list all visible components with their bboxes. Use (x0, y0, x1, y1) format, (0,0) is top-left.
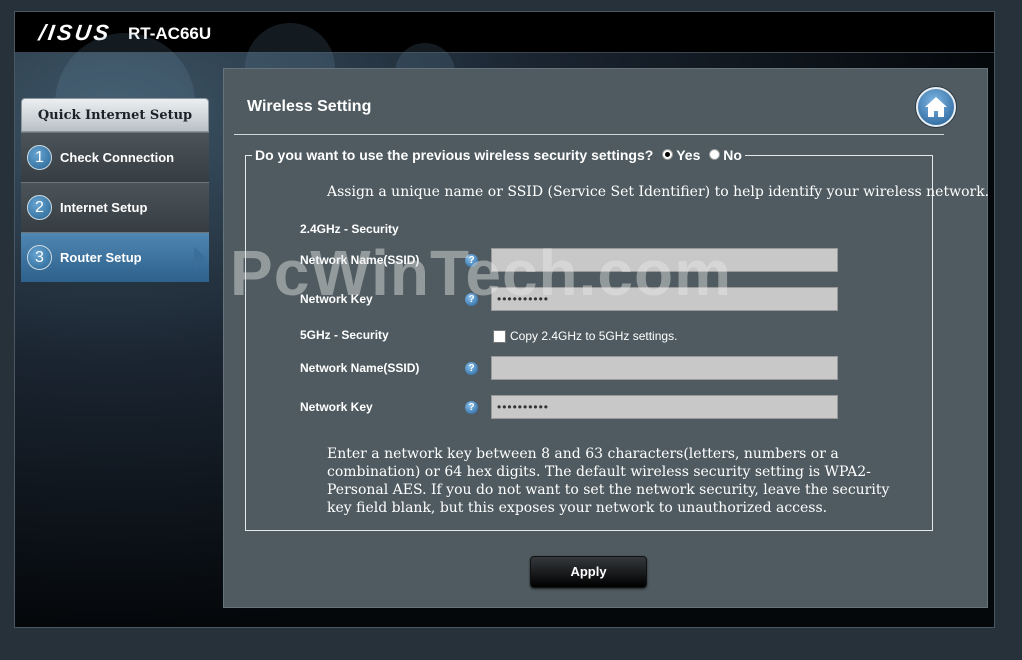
radio-yes-label[interactable]: Yes (676, 147, 700, 163)
apply-button[interactable]: Apply (530, 556, 647, 588)
step-number: 2 (27, 195, 52, 220)
network-key-note: Enter a network key between 8 and 63 cha… (327, 446, 890, 516)
step-number: 3 (27, 245, 52, 270)
section-24ghz: 2.4GHz - Security (300, 222, 399, 236)
sidebar-title: Quick Internet Setup (21, 98, 209, 132)
home-button[interactable] (916, 87, 956, 127)
home-icon (925, 97, 947, 117)
step-check-connection[interactable]: 1 Check Connection (21, 132, 209, 182)
wireless-setting-panel: Wireless Setting Do you want to use the … (223, 68, 989, 608)
active-step-arrow (194, 247, 206, 269)
step-internet-setup[interactable]: 2 Internet Setup (21, 182, 209, 232)
intro-text: Assign a unique name or SSID (Service Se… (327, 184, 990, 200)
copy-settings-label[interactable]: Copy 2.4GHz to 5GHz settings. (510, 329, 677, 343)
ssid-5-label: Network Name(SSID) (300, 361, 420, 375)
step-router-setup[interactable]: 3 Router Setup (21, 232, 209, 282)
step-number: 1 (27, 145, 52, 170)
key-5-input[interactable]: •••••••••• (491, 395, 838, 419)
wireless-security-fieldset: Do you want to use the previous wireless… (245, 147, 989, 531)
radio-yes[interactable] (662, 149, 674, 160)
quick-setup-sidebar: Quick Internet Setup 1 Check Connection … (21, 98, 209, 282)
section-5ghz: 5GHz - Security (300, 328, 389, 342)
radio-no[interactable] (709, 149, 721, 160)
title-divider (234, 134, 944, 135)
watermark: PcWinTech.com (230, 237, 732, 309)
step-label: Check Connection (60, 150, 175, 165)
reuse-settings-question: Do you want to use the previous wireless… (252, 147, 745, 163)
ssid-5-input[interactable] (491, 356, 838, 380)
question-text: Do you want to use the previous wireless… (255, 147, 654, 163)
radio-no-label[interactable]: No (723, 147, 742, 163)
step-label: Router Setup (60, 250, 142, 265)
help-icon[interactable]: ? (465, 362, 478, 375)
step-label: Internet Setup (60, 200, 148, 215)
page-title: Wireless Setting (247, 98, 372, 115)
help-icon[interactable]: ? (465, 401, 478, 414)
copy-settings-checkbox[interactable] (493, 330, 506, 343)
key-5-label: Network Key (300, 400, 373, 414)
